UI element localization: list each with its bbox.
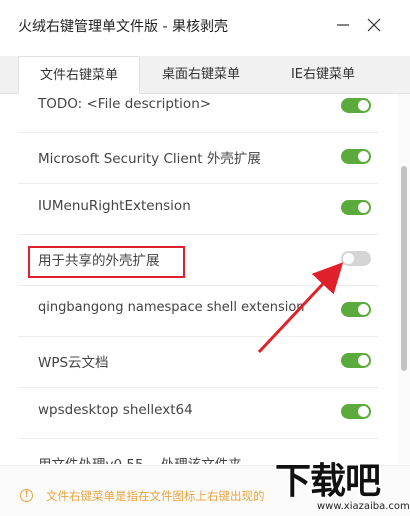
list-item: wpsdesktop shellext64 xyxy=(18,388,378,439)
toggle-switch[interactable] xyxy=(341,200,371,215)
footer-text: 文件右键菜单是指在文件图标上右键出现的 xyxy=(46,489,265,503)
tab-bar: 文件右键菜单 桌面右键菜单 IE右键菜单 xyxy=(0,56,410,94)
toggle-switch[interactable] xyxy=(341,353,371,368)
toggle-switch[interactable] xyxy=(341,302,371,317)
title-bar: 火绒右键管理单文件版 - 果核剥壳 xyxy=(0,0,410,50)
watermark-logo: 下载吧 www.xiazaiba.com xyxy=(275,452,410,515)
list-item-label: Microsoft Security Client 外壳扩展 xyxy=(38,151,261,167)
list-item-label: 用文件处理v0.55 处理该文件夹 xyxy=(38,453,242,464)
toggle-switch[interactable] xyxy=(341,404,371,419)
list-item-label: TODO: <File description> xyxy=(38,96,212,112)
watermark-url: www.xiazaiba.com xyxy=(317,501,410,512)
list-item: qingbangong namespace shell extension xyxy=(18,286,378,337)
toggle-knob xyxy=(358,202,369,213)
toggle-switch[interactable] xyxy=(341,98,371,113)
scrollbar[interactable] xyxy=(398,94,410,464)
list-item-label: IUMenuRightExtension xyxy=(38,198,191,214)
close-button[interactable] xyxy=(363,14,385,36)
menu-item-list: TODO: <File description> Microsoft Secur… xyxy=(0,94,398,464)
watermark-main-text: 下载吧 xyxy=(275,461,381,502)
toggle-knob xyxy=(358,100,369,111)
toggle-switch[interactable] xyxy=(341,251,371,266)
scrollbar-thumb[interactable] xyxy=(401,166,407,371)
minimize-icon xyxy=(337,24,349,26)
list-item: WPS云文档 xyxy=(18,337,378,388)
list-item: TODO: <File description> xyxy=(18,94,378,133)
tab-ie-menu[interactable]: IE右键菜单 xyxy=(262,56,384,93)
info-icon: ! xyxy=(20,489,33,502)
toggle-switch[interactable] xyxy=(341,149,371,164)
tab-desktop-menu[interactable]: 桌面右键菜单 xyxy=(140,56,262,93)
toggle-knob xyxy=(358,406,369,417)
toggle-knob xyxy=(343,253,354,264)
list-item-label: qingbangong namespace shell extension xyxy=(38,300,305,315)
list-item: Microsoft Security Client 外壳扩展 xyxy=(18,133,378,184)
window-title: 火绒右键管理单文件版 - 果核剥壳 xyxy=(18,19,228,35)
list-item: IUMenuRightExtension xyxy=(18,184,378,235)
minimize-button[interactable] xyxy=(332,14,354,36)
toggle-knob xyxy=(358,304,369,315)
list-item-label: wpsdesktop shellext64 xyxy=(38,402,193,418)
toggle-knob xyxy=(358,151,369,162)
highlight-box xyxy=(28,246,185,278)
tab-file-menu[interactable]: 文件右键菜单 xyxy=(18,56,140,94)
close-icon xyxy=(367,18,381,32)
toggle-knob xyxy=(358,355,369,366)
list-item-label: WPS云文档 xyxy=(38,355,109,371)
